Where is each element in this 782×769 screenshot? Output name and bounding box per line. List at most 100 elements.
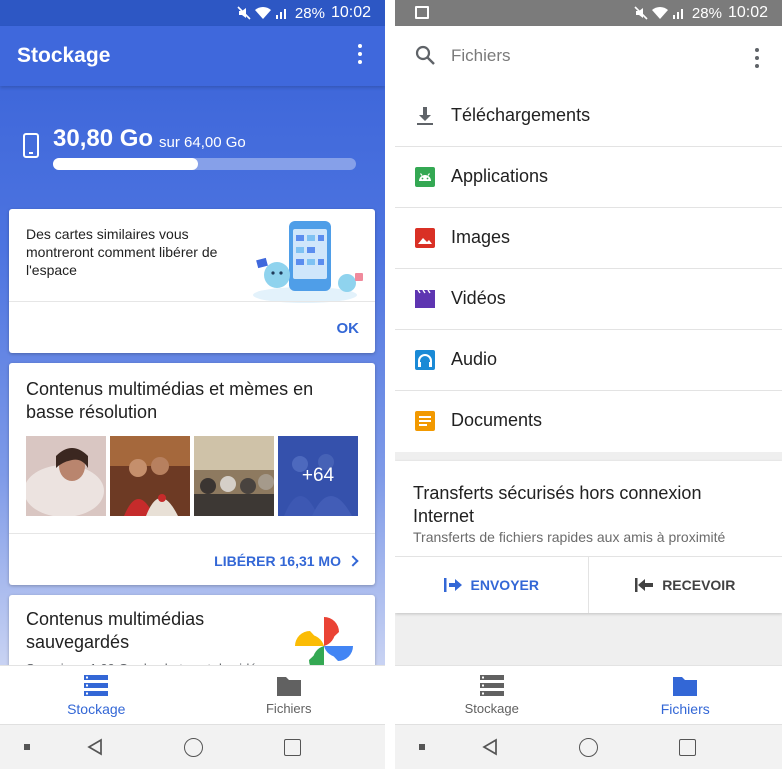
folder-icon [276,677,301,696]
tip-text: Des cartes similaires vous montreront co… [26,226,218,278]
app-bar: Stockage [0,26,385,86]
search-bar[interactable]: Fichiers [395,26,782,86]
recent-apps-icon[interactable] [679,739,696,756]
overflow-menu-icon[interactable] [755,48,761,72]
category-applications[interactable]: Applications [395,147,782,208]
files-screen: 28% 10:02 Fichiers Téléchargements Appli… [395,0,782,769]
backed-up-media-card: Contenus multimédias sauvegardés Supprim… [9,595,375,675]
bottom-navigation: Stockage Fichiers [0,665,385,724]
status-icons [237,6,289,20]
bottom-navigation: Stockage Fichiers [395,665,782,724]
category-videos[interactable]: Vidéos [395,269,782,330]
status-icons [634,6,686,20]
storage-total: sur 64,00 Go [159,134,246,151]
status-bar: 28% 10:02 [0,0,385,26]
receive-button[interactable]: RECEVOIR [589,557,782,613]
category-documents[interactable]: Documents [395,391,782,452]
notification-dot-icon[interactable] [419,744,425,750]
receive-label: RECEVOIR [662,577,736,593]
category-list: Téléchargements Applications Images Vidé… [395,86,782,452]
overflow-menu-icon[interactable] [358,44,364,68]
mute-icon [237,6,251,20]
back-icon[interactable] [481,738,499,756]
signal-icon [672,9,683,19]
transfer-actions: ENVOYER RECEVOIR [395,556,782,613]
media-thumbnail[interactable] [194,436,274,516]
category-label: Applications [451,166,549,186]
category-label: Documents [451,410,543,430]
storage-progress-fill [53,158,199,170]
gallery-notification-icon [415,6,429,19]
clock: 10:02 [330,4,371,21]
free-space-label: LIBÉRER 16,31 MO [214,553,341,569]
system-navigation-bar [0,724,385,769]
download-icon [417,107,433,125]
nav-storage-label: Stockage [67,701,126,717]
send-icon [443,578,462,592]
low-res-media-card: Contenus multimédias et mèmes en basse r… [9,363,375,585]
category-images[interactable]: Images [395,208,782,269]
free-space-button[interactable]: LIBÉRER 16,31 MO [214,553,359,569]
media-thumbnail[interactable] [26,436,106,516]
category-label: Audio [451,349,498,369]
tip-card: Des cartes similaires vous montreront co… [9,209,375,353]
storage-icon [84,675,109,696]
home-icon[interactable] [184,738,203,757]
phone-illustration-icon [253,221,363,303]
storage-screen: 28% 10:02 Stockage 30,80 Go sur 64,00 Go… [0,0,385,769]
battery-level: 28% [691,4,722,22]
wifi-icon [651,6,668,20]
signal-icon [275,9,286,19]
android-icon [415,167,435,187]
page-title: Stockage [17,44,111,67]
nav-files-label: Fichiers [265,701,312,716]
ok-button[interactable]: OK [337,320,360,337]
send-label: ENVOYER [470,577,539,593]
divider [9,301,375,302]
nav-storage[interactable]: Stockage [0,666,193,725]
storage-summary: 30,80 Go sur 64,00 Go [23,125,365,175]
media-thumbnail[interactable] [110,436,190,516]
category-label: Téléchargements [451,105,591,125]
nav-files[interactable]: Fichiers [589,666,782,725]
nav-storage[interactable]: Stockage [395,666,589,725]
image-icon [415,228,435,248]
more-count: +64 [301,465,335,486]
status-bar: 28% 10:02 [395,0,782,26]
system-navigation-bar [395,724,782,769]
storage-icon [479,675,504,696]
recent-apps-icon[interactable] [284,739,301,756]
nav-files-label: Fichiers [660,701,710,717]
more-thumbnails-button[interactable]: +64 [278,436,358,516]
notification-dot-icon[interactable] [24,744,30,750]
category-label: Images [451,227,511,247]
battery-level: 28% [294,4,325,22]
storage-progress-bar [53,158,356,170]
search-icon[interactable] [415,45,435,65]
card-title: Contenus multimédias et mèmes en basse r… [26,379,314,422]
clock: 10:02 [727,4,768,21]
headphones-icon [415,350,435,370]
chevron-right-icon [347,555,359,567]
phone-icon [23,133,39,158]
category-downloads[interactable]: Téléchargements [395,86,782,147]
offline-transfer-card: Transferts sécurisés hors connexion Inte… [395,461,782,613]
nav-files[interactable]: Fichiers [193,666,386,725]
thumbnail-strip: +64 [26,436,358,516]
search-input[interactable]: Fichiers [451,46,511,66]
wifi-icon [254,6,271,20]
home-icon[interactable] [579,738,598,757]
category-label: Vidéos [451,288,506,308]
category-audio[interactable]: Audio [395,330,782,391]
mute-icon [634,6,648,20]
divider [9,533,375,534]
back-icon[interactable] [86,738,104,756]
card-title: Contenus multimédias sauvegardés [26,609,205,652]
send-button[interactable]: ENVOYER [395,557,589,613]
nav-storage-label: Stockage [464,701,519,716]
document-icon [415,411,435,431]
folder-icon [673,677,698,696]
storage-used: 30,80 Go [53,125,154,152]
card-title: Transferts sécurisés hors connexion Inte… [413,483,702,526]
receive-icon [635,578,654,592]
